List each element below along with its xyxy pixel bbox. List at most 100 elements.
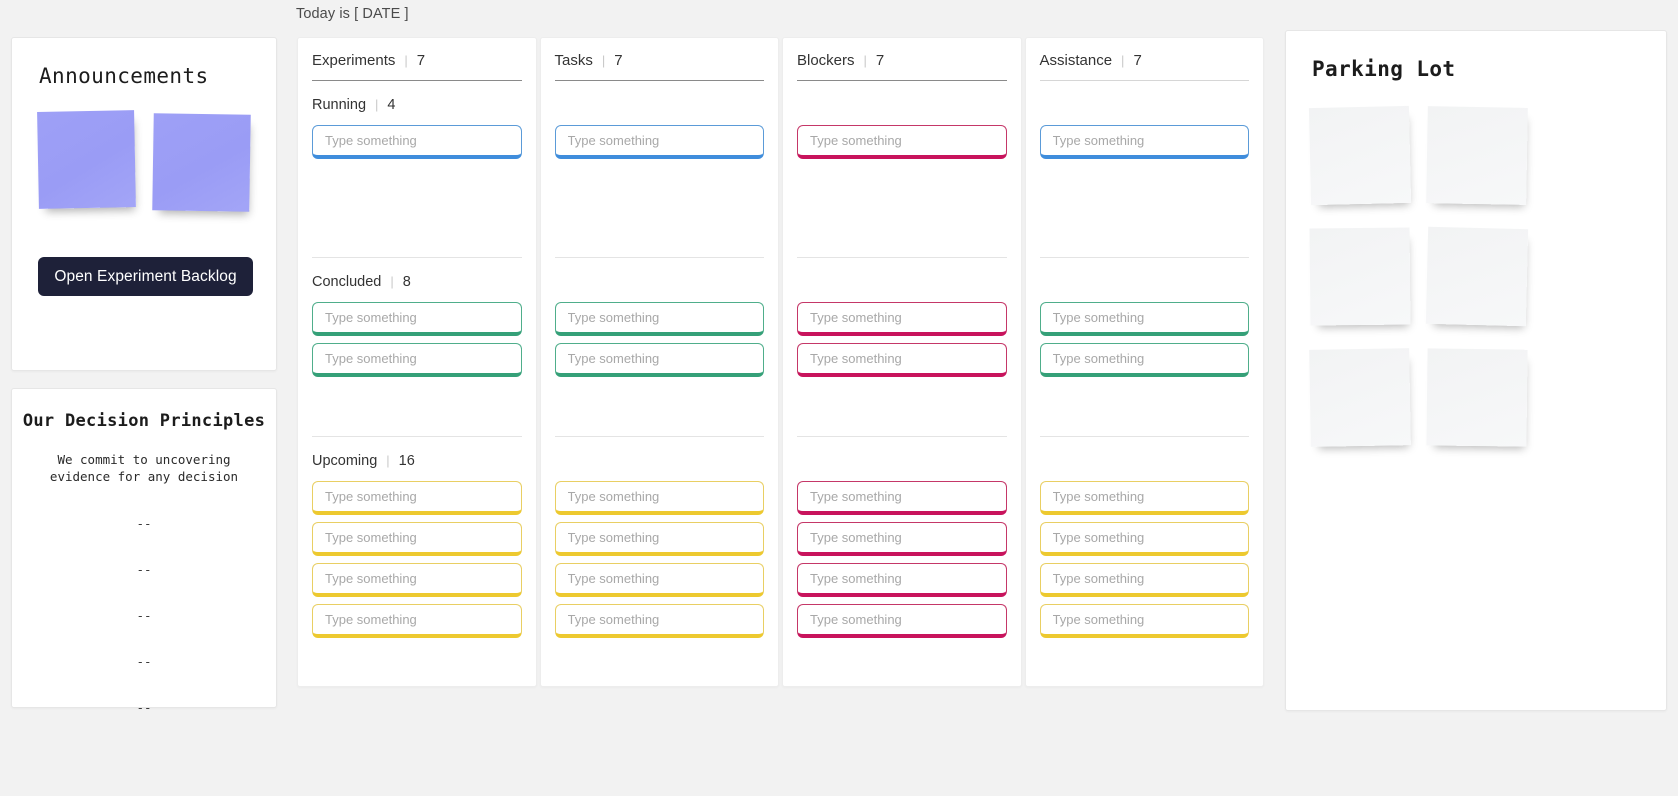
slot-list-experiments-running <box>312 125 522 159</box>
card-input-assistance-upcoming-3[interactable] <box>1039 563 1249 597</box>
card-input-tasks-upcoming-3[interactable] <box>554 563 764 597</box>
principle-item-4[interactable]: -- <box>12 654 276 669</box>
section-title-separator: | <box>375 97 379 112</box>
column-title: Blockers <box>797 52 855 69</box>
column-title: Tasks <box>554 52 593 69</box>
card-input-tasks-running-1[interactable] <box>554 125 764 159</box>
section-title: Running <box>312 97 367 113</box>
slot-list-assistance-concluded <box>1039 302 1249 377</box>
parking-lot-notes-grid <box>1308 105 1666 447</box>
section-title-separator: | <box>386 453 390 468</box>
parking-lot-title: Parking Lot <box>1312 57 1456 81</box>
parking-note-4[interactable] <box>1425 226 1529 327</box>
section-header-experiments-running: Running | 4 <box>312 97 522 116</box>
section-divider <box>797 257 1007 258</box>
parking-note-6[interactable] <box>1426 348 1528 447</box>
card-input-blockers-upcoming-2[interactable] <box>797 522 1007 556</box>
section-header-blockers-upcoming <box>797 453 1007 472</box>
card-input-blockers-upcoming-1[interactable] <box>797 481 1007 515</box>
section-header-tasks-running <box>555 97 765 116</box>
principles-body-line-2: evidence for any decision <box>49 468 239 484</box>
section-header-tasks-concluded <box>555 274 765 293</box>
slot-list-experiments-concluded <box>312 302 522 377</box>
card-input-experiments-upcoming-4[interactable] <box>312 604 522 638</box>
parking-lot-panel: Parking Lot <box>1285 30 1667 711</box>
card-input-experiments-running-1[interactable] <box>312 125 522 159</box>
section-divider <box>554 257 764 258</box>
card-input-tasks-upcoming-4[interactable] <box>554 604 764 638</box>
card-input-blockers-concluded-2[interactable] <box>797 343 1007 377</box>
app-root: Today is [ DATE ] Announcements Open Exp… <box>0 0 1678 796</box>
slot-list-blockers-upcoming <box>797 481 1007 638</box>
decision-principles-title: Our Decision Principles <box>22 411 266 431</box>
principle-item-3[interactable]: -- <box>12 608 276 623</box>
card-input-blockers-upcoming-3[interactable] <box>797 563 1007 597</box>
parking-note-2[interactable] <box>1426 106 1528 205</box>
announcement-note-1[interactable] <box>37 110 136 209</box>
slot-list-assistance-running <box>1039 125 1249 159</box>
section-title-separator: | <box>390 274 394 289</box>
card-input-tasks-concluded-2[interactable] <box>554 343 764 377</box>
card-input-assistance-upcoming-1[interactable] <box>1039 481 1249 515</box>
parking-note-5[interactable] <box>1309 348 1411 447</box>
section-divider <box>797 436 1007 437</box>
parking-note-1[interactable] <box>1308 105 1412 206</box>
card-input-experiments-upcoming-1[interactable] <box>312 481 522 515</box>
section-header-assistance-upcoming <box>1040 453 1250 472</box>
section-title: Concluded <box>312 274 382 290</box>
announcements-title: Announcements <box>39 64 209 88</box>
column-header-blockers: Blockers | 7 <box>797 38 1007 69</box>
decision-principles-panel: Our Decision Principles We commit to unc… <box>11 388 277 715</box>
slot-list-tasks-running <box>554 125 764 159</box>
column-title: Experiments <box>312 52 396 69</box>
column-title-separator: | <box>601 53 606 68</box>
card-input-assistance-concluded-2[interactable] <box>1039 343 1249 377</box>
section-header-experiments-concluded: Concluded | 8 <box>312 274 522 293</box>
card-input-blockers-concluded-1[interactable] <box>797 302 1007 336</box>
slot-list-blockers-concluded <box>797 302 1007 377</box>
section-count: 4 <box>387 97 396 113</box>
slot-list-tasks-upcoming <box>554 481 764 638</box>
section-divider <box>1039 436 1249 437</box>
card-input-assistance-upcoming-4[interactable] <box>1039 604 1249 638</box>
decision-principles-body: We commit to uncovering evidence for any… <box>12 452 276 485</box>
column-count: 7 <box>614 52 623 69</box>
card-input-assistance-upcoming-2[interactable] <box>1039 522 1249 556</box>
board-column-blockers: Blockers | 7 <box>782 37 1022 687</box>
card-input-experiments-upcoming-3[interactable] <box>312 563 522 597</box>
card-input-blockers-upcoming-4[interactable] <box>797 604 1007 638</box>
section-divider <box>312 257 522 258</box>
section-divider <box>554 436 764 437</box>
card-input-assistance-running-1[interactable] <box>1039 125 1249 159</box>
card-input-blockers-running-1[interactable] <box>797 125 1007 159</box>
today-date-label: Today is [ DATE ] <box>296 6 409 22</box>
column-count: 7 <box>875 52 885 69</box>
card-input-experiments-concluded-2[interactable] <box>312 343 522 377</box>
column-header-tasks: Tasks | 7 <box>555 38 765 69</box>
card-input-tasks-upcoming-1[interactable] <box>554 481 764 515</box>
principle-item-5[interactable]: -- <box>12 700 276 715</box>
section-title: Upcoming <box>312 453 378 469</box>
slot-list-blockers-running <box>797 125 1007 159</box>
section-count: 16 <box>398 453 415 469</box>
board-column-experiments: Experiments | 7 Running | 4 Concluded | 8 Upcomin… <box>297 37 537 687</box>
principle-item-1[interactable]: -- <box>12 516 276 531</box>
column-count: 7 <box>1133 52 1142 69</box>
announcement-note-2[interactable] <box>152 113 251 212</box>
card-input-tasks-upcoming-2[interactable] <box>554 522 764 556</box>
principle-item-2[interactable]: -- <box>12 562 276 577</box>
card-input-experiments-upcoming-2[interactable] <box>312 522 522 556</box>
card-input-tasks-concluded-1[interactable] <box>554 302 764 336</box>
open-experiment-backlog-button[interactable]: Open Experiment Backlog <box>38 257 253 296</box>
section-header-assistance-running <box>1040 97 1250 116</box>
card-input-experiments-concluded-1[interactable] <box>312 302 522 336</box>
parking-note-3[interactable] <box>1309 227 1411 326</box>
card-input-assistance-concluded-1[interactable] <box>1039 302 1249 336</box>
column-header-rule <box>554 80 764 81</box>
column-title: Assistance <box>1039 52 1113 69</box>
